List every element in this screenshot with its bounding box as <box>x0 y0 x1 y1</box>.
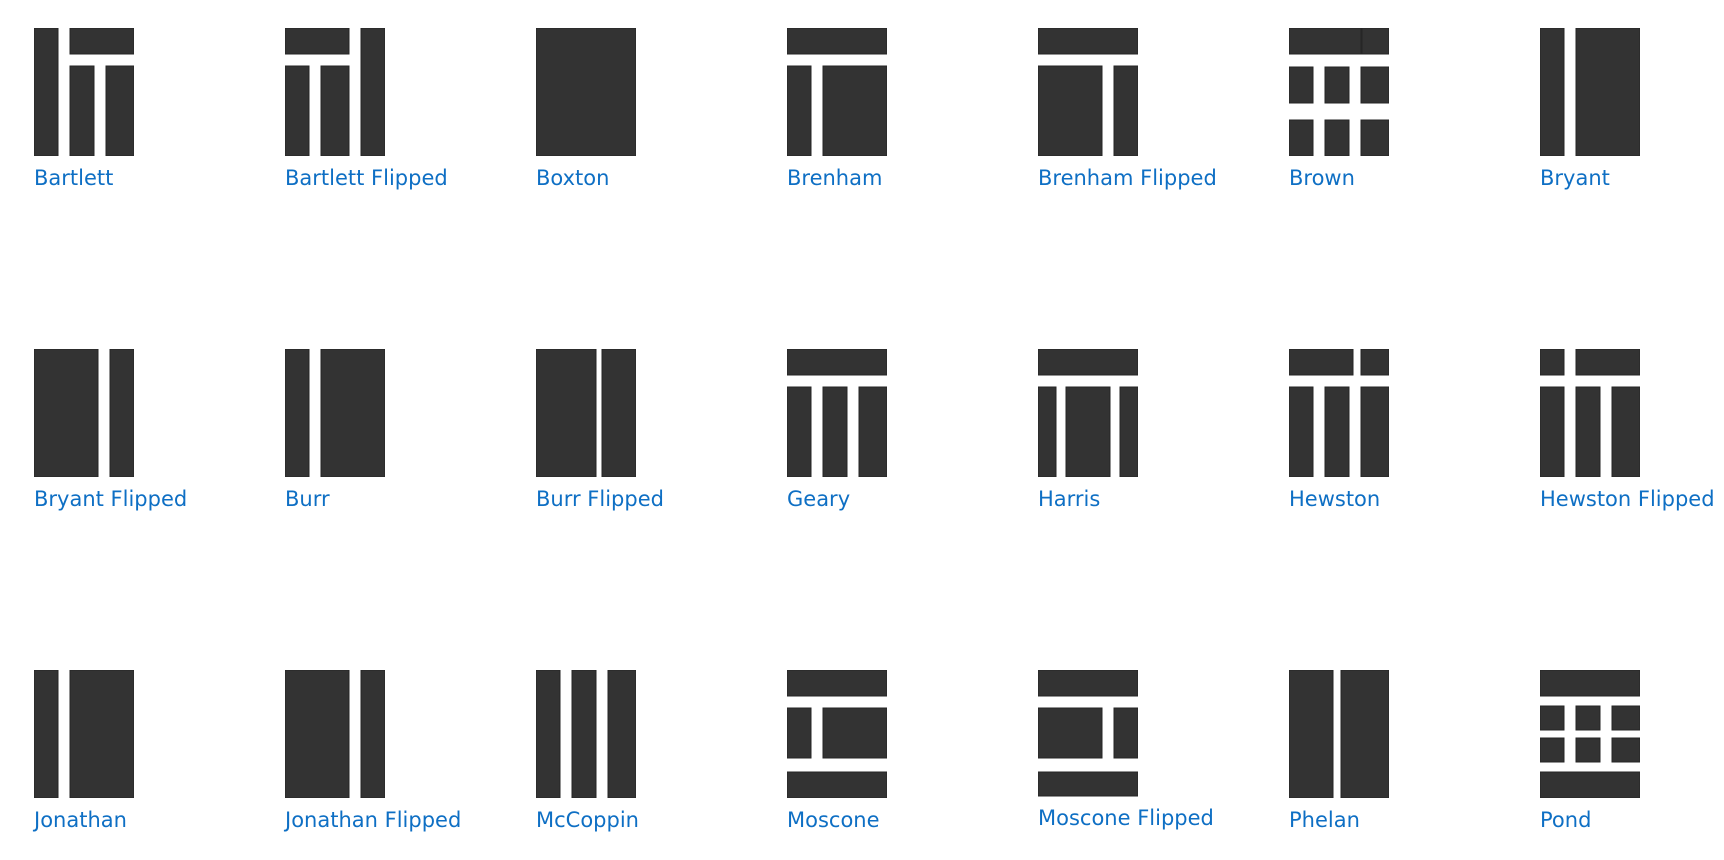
layout-label[interactable]: Bryant Flipped <box>34 486 187 512</box>
layout-item-brenham-flipped[interactable]: Brenham Flipped <box>1038 28 1274 218</box>
layout-item-brenham[interactable]: Brenham <box>787 28 1023 218</box>
layout-bryant-icon <box>1540 28 1640 156</box>
layout-label[interactable]: Geary <box>787 486 850 512</box>
layout-moscone-flipped-icon <box>1038 670 1138 797</box>
layout-label[interactable]: Harris <box>1038 486 1100 512</box>
layout-bartlett-icon <box>34 28 134 156</box>
layout-item-hewston-flipped[interactable]: Hewston Flipped <box>1540 349 1724 539</box>
layout-item-harris[interactable]: Harris <box>1038 349 1274 539</box>
layout-item-geary[interactable]: Geary <box>787 349 1023 539</box>
layout-pond-icon <box>1540 670 1640 798</box>
layout-item-hewston[interactable]: Hewston <box>1289 349 1525 539</box>
layout-label[interactable]: Jonathan Flipped <box>285 807 461 833</box>
layout-hewston-icon <box>1289 349 1389 477</box>
layout-label[interactable]: Bryant <box>1540 165 1610 191</box>
layout-item-brown[interactable]: Brown <box>1289 28 1525 218</box>
layout-label[interactable]: Burr Flipped <box>536 486 664 512</box>
layout-item-mccoppin[interactable]: McCoppin <box>536 670 772 860</box>
layout-hewston-flipped-icon <box>1540 349 1640 477</box>
layout-brenham-icon <box>787 28 887 156</box>
layout-item-jonathan-flipped[interactable]: Jonathan Flipped <box>285 670 521 860</box>
layout-item-bartlett[interactable]: Bartlett <box>34 28 270 218</box>
layout-mccoppin-icon <box>536 670 636 798</box>
layout-label[interactable]: Hewston Flipped <box>1540 486 1715 512</box>
layout-gallery: Bartlett Bartlett Flipped Boxton Brenham <box>0 0 1724 844</box>
layout-label[interactable]: Moscone Flipped <box>1038 805 1214 831</box>
layout-jonathan-flipped-icon <box>285 670 385 798</box>
layout-geary-icon <box>787 349 887 477</box>
layout-item-pond[interactable]: Pond <box>1540 670 1724 860</box>
layout-label[interactable]: Phelan <box>1289 807 1360 833</box>
layout-label[interactable]: Brenham Flipped <box>1038 165 1217 191</box>
layout-item-bartlett-flipped[interactable]: Bartlett Flipped <box>285 28 521 218</box>
layout-label[interactable]: Bartlett <box>34 165 113 191</box>
layout-label[interactable]: Jonathan <box>34 807 127 833</box>
layout-item-bryant-flipped[interactable]: Bryant Flipped <box>34 349 270 539</box>
layout-label[interactable]: Hewston <box>1289 486 1380 512</box>
layout-item-boxton[interactable]: Boxton <box>536 28 772 218</box>
layout-item-moscone[interactable]: Moscone <box>787 670 1023 860</box>
layout-label[interactable]: Brown <box>1289 165 1355 191</box>
layout-item-phelan[interactable]: Phelan <box>1289 670 1525 860</box>
layout-jonathan-icon <box>34 670 134 798</box>
layout-boxton-icon <box>536 28 636 156</box>
layout-bryant-flipped-icon <box>34 349 134 477</box>
layout-label[interactable]: Bartlett Flipped <box>285 165 448 191</box>
layout-item-bryant[interactable]: Bryant <box>1540 28 1724 218</box>
layout-burr-icon <box>285 349 385 477</box>
layout-item-burr-flipped[interactable]: Burr Flipped <box>536 349 772 539</box>
layout-item-moscone-flipped[interactable]: Moscone Flipped <box>1038 670 1274 860</box>
layout-label[interactable]: Boxton <box>536 165 609 191</box>
layout-label[interactable]: Burr <box>285 486 330 512</box>
layout-bartlett-flipped-icon <box>285 28 385 156</box>
layout-label[interactable]: Moscone <box>787 807 880 833</box>
layout-brown-icon <box>1289 28 1389 156</box>
layout-phelan-icon <box>1289 670 1389 798</box>
layout-label[interactable]: Pond <box>1540 807 1591 833</box>
layout-burr-flipped-icon <box>536 349 636 477</box>
layout-label[interactable]: Brenham <box>787 165 882 191</box>
layout-item-burr[interactable]: Burr <box>285 349 521 539</box>
layout-brenham-flipped-icon <box>1038 28 1138 156</box>
layout-label[interactable]: McCoppin <box>536 807 639 833</box>
layout-moscone-icon <box>787 670 887 798</box>
layout-item-jonathan[interactable]: Jonathan <box>34 670 270 860</box>
layout-harris-icon <box>1038 349 1138 477</box>
